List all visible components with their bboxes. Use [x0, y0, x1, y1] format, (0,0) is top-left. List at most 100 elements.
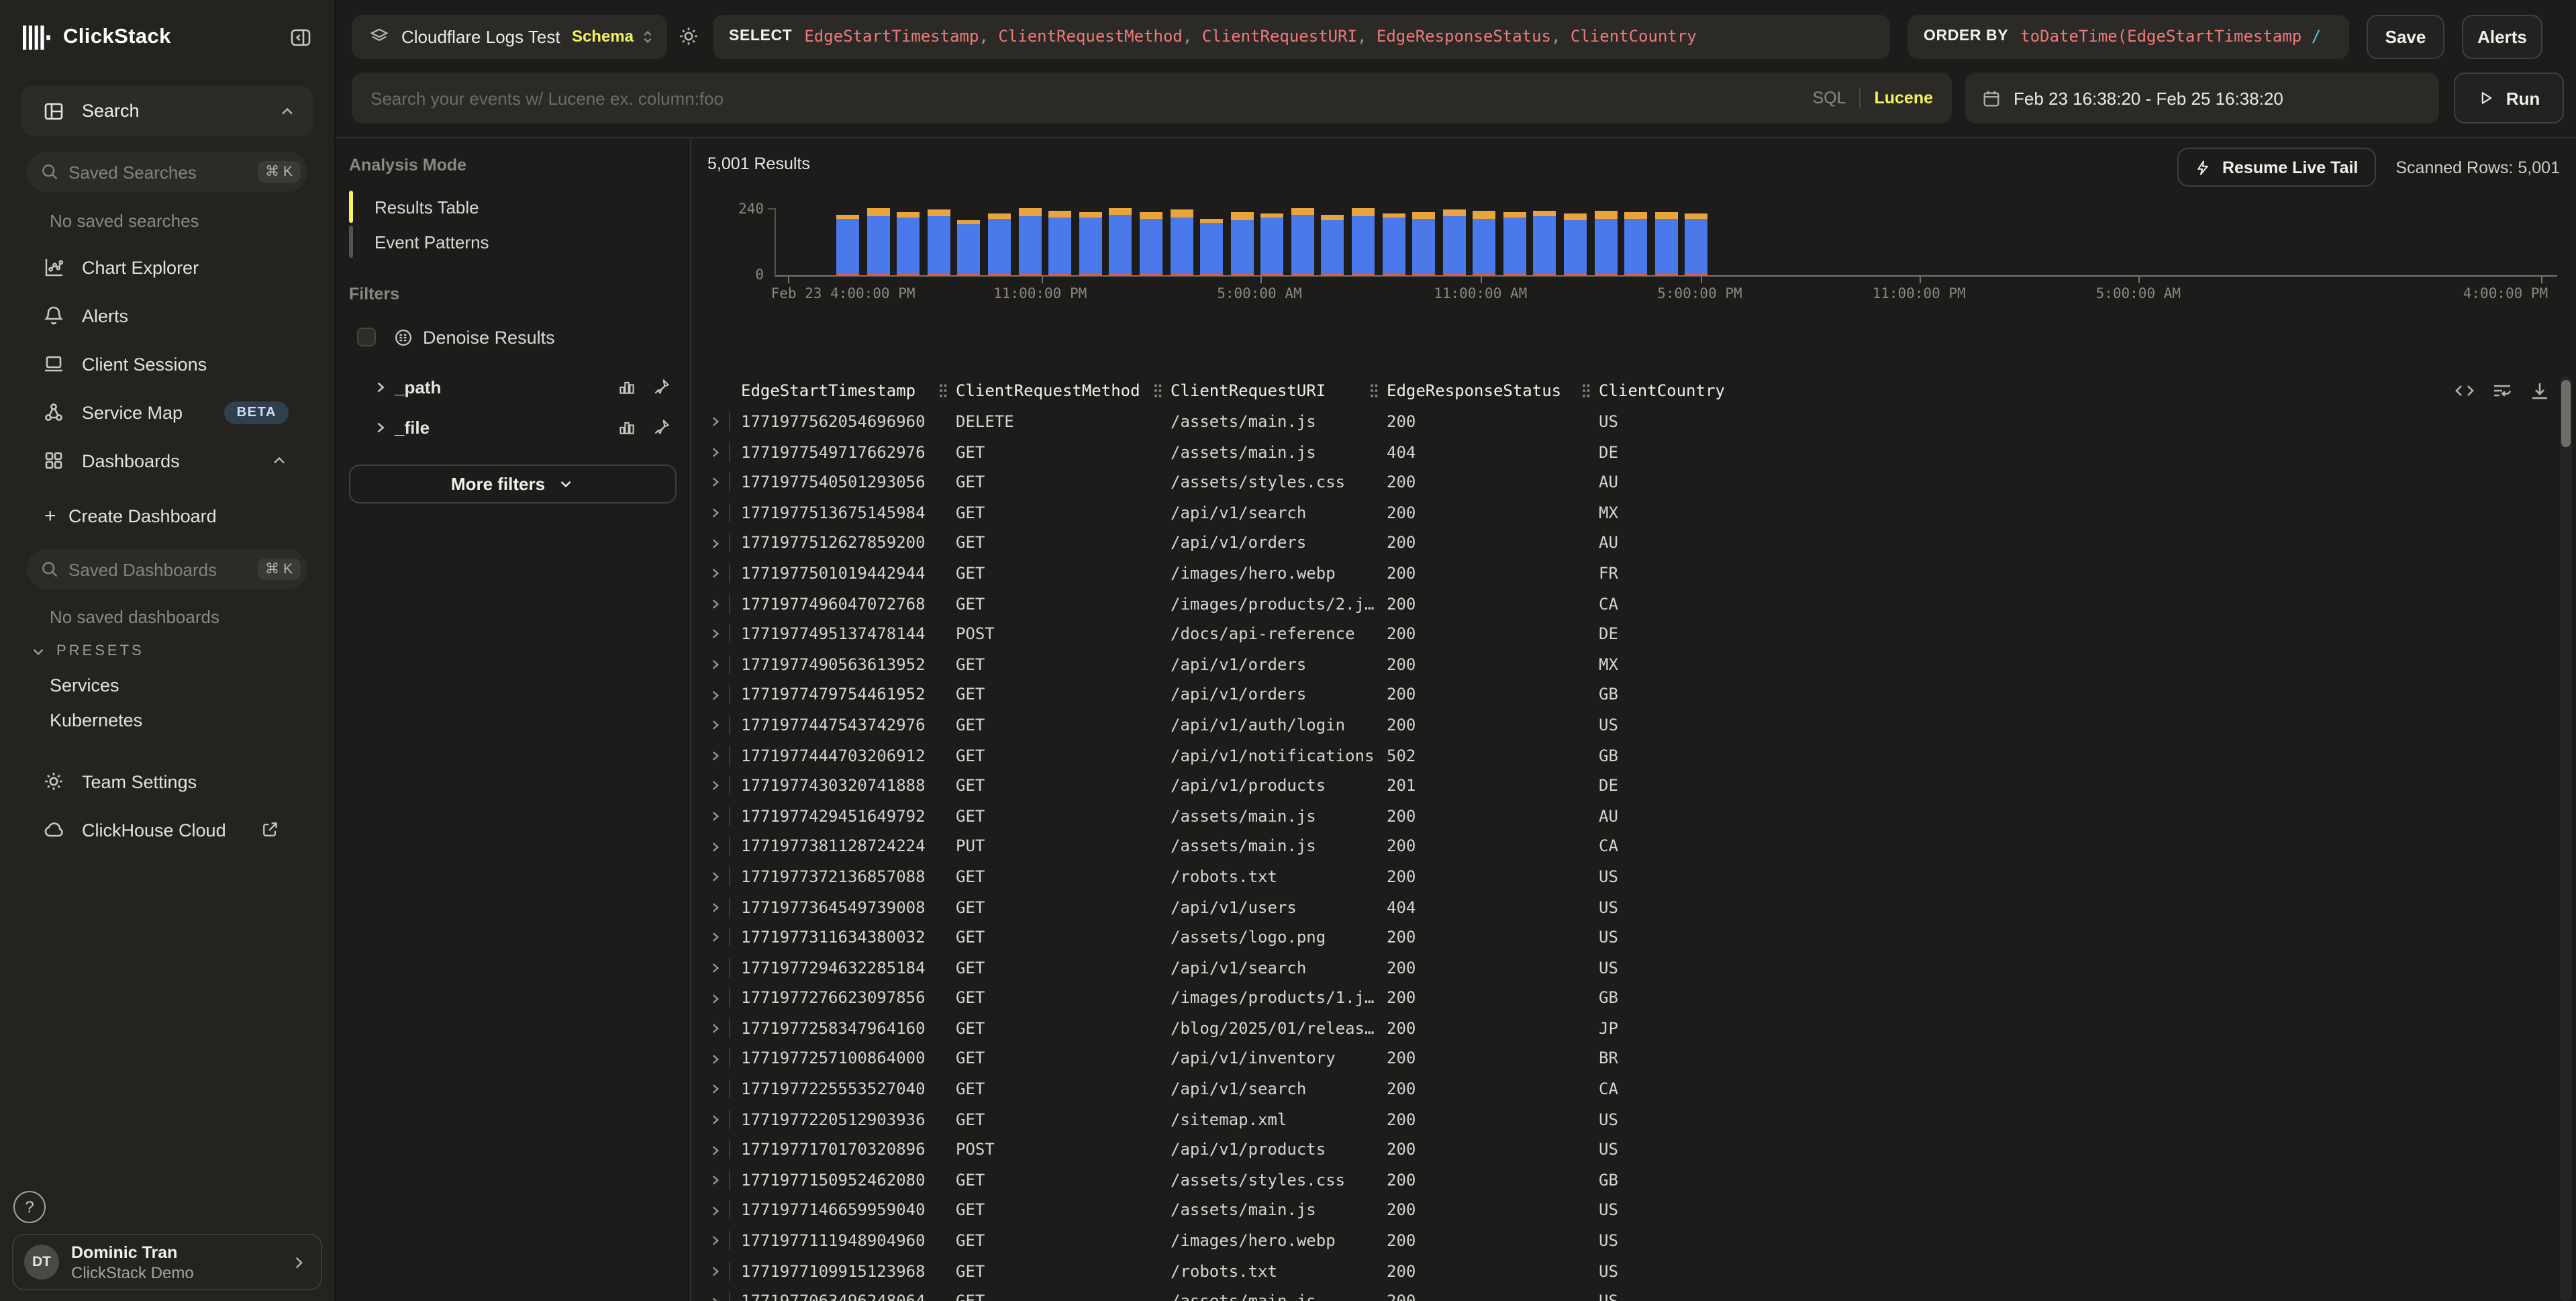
column-header-EdgeResponseStatus[interactable]: EdgeResponseStatus: [1387, 381, 1599, 400]
row-expander-icon[interactable]: [709, 718, 741, 732]
histogram-bar[interactable]: [1200, 219, 1223, 275]
table-row[interactable]: 1771977501019442944GET/images/hero.webp2…: [691, 559, 2557, 589]
row-expander-icon[interactable]: [709, 1295, 741, 1301]
help-button[interactable]: ?: [13, 1191, 46, 1223]
resume-live-tail-button[interactable]: Resume Live Tail: [2178, 148, 2375, 187]
row-expander-icon[interactable]: [709, 749, 741, 763]
row-expander-icon[interactable]: [709, 597, 741, 611]
sidebar-item-service-map[interactable]: Service Map BETA: [0, 388, 334, 436]
row-expander-icon[interactable]: [709, 1143, 741, 1157]
table-row[interactable]: 1771977257100864000GET/api/v1/inventory2…: [691, 1044, 2557, 1074]
table-scrollbar[interactable]: [2560, 376, 2572, 1301]
row-expander-icon[interactable]: [709, 416, 741, 429]
table-row[interactable]: 1771977220512903936GET/sitemap.xml200US: [691, 1104, 2557, 1135]
query-settings-gear-icon[interactable]: [678, 26, 699, 47]
table-row[interactable]: 1771977447543742976GET/api/v1/auth/login…: [691, 710, 2557, 740]
histogram-bar[interactable]: [1382, 213, 1405, 275]
column-header-EdgeStartTimestamp[interactable]: EdgeStartTimestamp: [741, 381, 956, 400]
denoise-checkbox[interactable]: [357, 328, 376, 346]
mode-lucene[interactable]: Lucene: [1874, 89, 1933, 107]
histogram-bar[interactable]: [1079, 211, 1102, 275]
histogram-bar[interactable]: [1352, 208, 1375, 275]
collapse-sidebar-icon[interactable]: [290, 27, 311, 48]
table-row[interactable]: 1771977063496248064GET/assets/main.js200…: [691, 1286, 2557, 1301]
table-row[interactable]: 1771977150952462080GET/assets/styles.css…: [691, 1165, 2557, 1196]
chevron-right-icon[interactable]: [373, 420, 388, 434]
histogram-bar[interactable]: [958, 220, 981, 275]
more-filters-button[interactable]: More filters: [349, 465, 677, 503]
row-expander-icon[interactable]: [709, 992, 741, 1005]
row-expander-icon[interactable]: [709, 961, 741, 975]
histogram-bar[interactable]: [1473, 211, 1496, 275]
mode-results-table[interactable]: Results Table: [349, 189, 690, 224]
table-row[interactable]: 1771977513675145984GET/api/v1/search200M…: [691, 498, 2557, 528]
table-row[interactable]: 1771977496047072768GET/images/products/2…: [691, 589, 2557, 619]
table-row[interactable]: 1771977364549739008GET/api/v1/users404US: [691, 892, 2557, 922]
row-expander-icon[interactable]: [709, 1204, 741, 1217]
filter-field-_path[interactable]: _path: [357, 367, 671, 407]
histogram-bar[interactable]: [1018, 208, 1041, 275]
histogram-bar[interactable]: [1261, 213, 1284, 275]
row-expander-icon[interactable]: [709, 931, 741, 945]
table-row[interactable]: 1771977430320741888GET/api/v1/products20…: [691, 771, 2557, 801]
chevron-up-icon[interactable]: [278, 101, 297, 120]
sidebar-item-alerts[interactable]: Alerts: [0, 291, 334, 340]
row-expander-icon[interactable]: [709, 1083, 741, 1096]
field-chart-icon[interactable]: [617, 377, 636, 396]
histogram-bar[interactable]: [897, 212, 920, 275]
scrollbar-thumb[interactable]: [2561, 380, 2571, 447]
histogram-bar[interactable]: [1230, 213, 1253, 275]
histogram-bar[interactable]: [1655, 212, 1678, 275]
table-row[interactable]: 1771977562054696960DELETE/assets/main.js…: [691, 407, 2557, 437]
table-row[interactable]: 1771977381128724224PUT/assets/main.js200…: [691, 832, 2557, 862]
table-row[interactable]: 1771977372136857088GET/robots.txt200US: [691, 862, 2557, 892]
histogram-bar[interactable]: [866, 208, 889, 275]
mode-event-patterns[interactable]: Event Patterns: [349, 224, 690, 259]
histogram-bar[interactable]: [1442, 209, 1465, 275]
row-expander-icon[interactable]: [709, 476, 741, 489]
histogram-bar[interactable]: [1140, 213, 1162, 275]
chevron-right-icon[interactable]: [373, 379, 388, 394]
table-row[interactable]: 1771977258347964160GET/blog/2025/01/rele…: [691, 1014, 2557, 1044]
sidebar-item-search[interactable]: Search: [21, 86, 313, 136]
histogram-bar[interactable]: [1534, 211, 1556, 275]
download-icon[interactable]: [2529, 380, 2550, 401]
table-row[interactable]: 1771977495137478144POST/docs/api-referen…: [691, 619, 2557, 649]
table-row[interactable]: 1771977444703206912GET/api/v1/notificati…: [691, 740, 2557, 771]
histogram-bar[interactable]: [1170, 209, 1193, 275]
sidebar-item-team-settings[interactable]: Team Settings: [0, 757, 334, 806]
denoise-results-option[interactable]: Denoise Results: [357, 324, 690, 350]
select-clause-input[interactable]: SELECT EdgeStartTimestamp, ClientRequest…: [713, 14, 1890, 58]
column-header-ClientRequestURI[interactable]: ClientRequestURI: [1171, 381, 1387, 400]
presets-toggle[interactable]: PRESETS: [0, 635, 334, 667]
create-dashboard-button[interactable]: + Create Dashboard: [0, 491, 334, 540]
alerts-button[interactable]: Alerts: [2462, 14, 2542, 58]
column-drag-handle-icon[interactable]: [1581, 383, 1591, 399]
table-row[interactable]: 1771977276623097856GET/images/products/1…: [691, 983, 2557, 1014]
table-row[interactable]: 1771977225553527040GET/api/v1/search200C…: [691, 1074, 2557, 1104]
save-button[interactable]: Save: [2367, 14, 2444, 58]
orderby-clause-input[interactable]: ORDER BY toDateTime(EdgeStartTimestamp /: [1908, 14, 2349, 58]
histogram-bar[interactable]: [1412, 211, 1435, 275]
row-expander-icon[interactable]: [709, 1265, 741, 1278]
field-pin-icon[interactable]: [652, 418, 671, 436]
table-row[interactable]: 1771977109915123968GET/robots.txt200US: [691, 1256, 2557, 1286]
histogram-bar[interactable]: [1322, 215, 1344, 275]
filter-field-_file[interactable]: _file: [357, 407, 671, 447]
row-expander-icon[interactable]: [709, 658, 741, 671]
saved-searches-input[interactable]: Saved Searches ⌘ K: [27, 152, 307, 192]
row-expander-icon[interactable]: [709, 1235, 741, 1248]
schema-link[interactable]: Schema: [572, 27, 634, 46]
sidebar-item-client-sessions[interactable]: Client Sessions: [0, 340, 334, 388]
table-row[interactable]: 1771977111948904960GET/images/hero.webp2…: [691, 1226, 2557, 1256]
search-input[interactable]: [368, 87, 1812, 109]
row-expander-icon[interactable]: [709, 688, 741, 702]
row-expander-icon[interactable]: [709, 901, 741, 914]
histogram-bar[interactable]: [1685, 213, 1708, 275]
row-expander-icon[interactable]: [709, 628, 741, 641]
saved-dashboards-input[interactable]: Saved Dashboards ⌘ K: [27, 549, 307, 589]
preset-item-services[interactable]: Services: [0, 667, 334, 702]
row-expander-icon[interactable]: [709, 1053, 741, 1066]
event-search-bar[interactable]: SQL Lucene: [352, 73, 1952, 124]
table-row[interactable]: 1771977490563613952GET/api/v1/orders200M…: [691, 650, 2557, 680]
